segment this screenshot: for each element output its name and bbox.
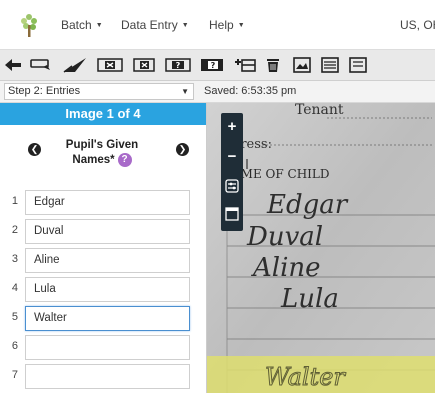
blank-field-button[interactable] [130,56,158,74]
image-view-button[interactable] [290,56,314,74]
trash-icon [267,59,279,72]
keyboard-button[interactable] [28,56,54,74]
send-button[interactable] [62,56,88,74]
add-row-icon [235,59,256,72]
table-row: 1 Edgar [0,187,206,216]
region-label: US, OH [400,18,435,32]
handwritten-name: Lula [280,284,339,314]
table-row: 4 Lula [0,274,206,303]
zoom-in-button[interactable]: + [223,117,241,135]
given-name-input[interactable] [25,335,190,360]
given-name-input[interactable]: Duval [25,219,190,244]
step-select[interactable]: Step 2: Entries ▼ [4,83,194,100]
plus-icon: + [227,117,237,135]
caret-down-icon: ▼ [181,87,189,96]
table-row: 2 Duval [0,216,206,245]
prev-field-button[interactable]: ❮ [28,143,41,156]
chevron-left-icon: ❮ [30,144,39,154]
handwritten-name: Aline [251,253,321,283]
chevron-right-icon: ❯ [178,144,187,154]
tree-logo-icon [21,14,37,37]
saved-status: Saved: 6:53:35 pm [204,85,297,97]
blank-record-button[interactable] [96,56,124,74]
step-label: Step 2: Entries [8,85,81,97]
zoom-out-button[interactable]: − [223,147,241,165]
delete-record-button[interactable] [262,56,284,74]
unreadable-question-icon: ? [165,58,191,72]
handwritten-name: Walter [265,363,346,391]
row-number: 3 [11,253,18,265]
back-arrow-button[interactable] [4,56,22,74]
keyboard-icon [30,59,50,70]
thumbnail-button[interactable] [223,205,241,223]
row-number: 7 [11,369,18,381]
add-record-button[interactable] [232,56,258,74]
unreadable-record-button[interactable]: ? [164,56,192,74]
table-row: 5 Walter [0,303,206,332]
menu-batch[interactable]: Batch ▼ [61,18,103,32]
given-name-input[interactable]: Lula [25,277,190,302]
unreadable-field-button[interactable]: ? [198,56,226,74]
given-name-input-active[interactable]: Walter [25,306,190,331]
svg-text:?: ? [211,61,216,70]
unreadable-field-question-icon: ? [201,59,223,71]
toolbar: ? ? [0,50,435,81]
form-view-button[interactable] [346,56,370,74]
help-icon[interactable]: ? [117,153,132,167]
table-row: 3 Aline [0,245,206,274]
minus-icon: − [227,147,237,165]
row-number: 2 [11,224,18,236]
given-name-input[interactable]: Edgar [25,190,190,215]
row-number: 6 [11,340,18,352]
child-heading-text: AME OF CHILD [231,167,329,181]
next-field-button[interactable]: ❯ [176,143,189,156]
handwritten-name: Edgar [266,190,349,220]
table-row: 6 [0,332,206,361]
tenant-text: Tenant [295,103,344,118]
sliders-icon [225,179,239,193]
image-icon [293,57,311,73]
arrow-left-icon [5,59,21,71]
blank-field-x-icon [133,58,155,72]
chevron-down-icon: ▼ [181,22,189,30]
entry-panel: Image 1 of 4 ❮ Pupil's Given Names*? ❯ 1… [0,103,207,393]
step-bar: Step 2: Entries ▼ Saved: 6:53:35 pm [0,81,435,103]
paper-plane-icon [63,58,86,73]
given-name-input[interactable]: Aline [25,248,190,273]
table-row: 7 [0,361,206,390]
record-image-viewer[interactable]: Tenant dress: AME OF CHILD Edgar Duval A… [207,103,435,393]
handwritten-name: Duval [246,222,323,252]
image-counter: Image 1 of 4 [0,103,206,125]
menu-data-entry[interactable]: Data Entry ▼ [121,18,189,32]
chevron-down-icon: ▼ [237,22,245,30]
svg-text:?: ? [176,61,181,70]
row-number: 5 [11,311,18,323]
chevron-down-icon: ▼ [95,22,103,30]
split-horizontal-icon [321,57,339,73]
blank-x-icon [97,58,123,72]
given-name-input[interactable] [25,364,190,389]
menu-bar: Batch▼ Data Entry▼ Help▼ US, OH [0,0,435,50]
form-icon [349,57,367,73]
split-view-button[interactable] [318,56,342,74]
field-title: Pupil's Given Names*? [50,138,154,168]
thumbnail-icon [225,207,239,221]
image-tool-strip: + − [221,113,243,231]
row-number: 4 [11,282,18,294]
adjust-image-button[interactable] [223,177,241,195]
row-number: 1 [11,195,18,207]
menu-help[interactable]: Help ▼ [209,18,245,32]
